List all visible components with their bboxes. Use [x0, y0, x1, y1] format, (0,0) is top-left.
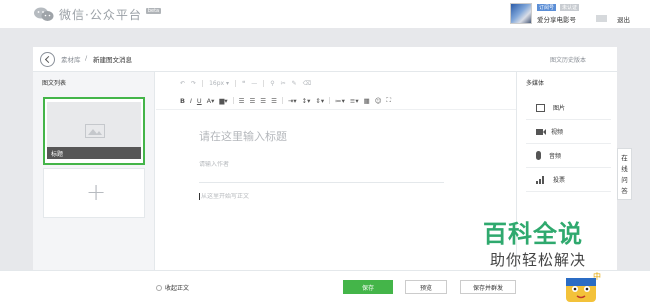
collapse-label: 收起正文 [165, 285, 190, 292]
wechat-bubbles-icon [34, 7, 54, 22]
background-color-icon[interactable]: ▆▾ [219, 97, 227, 105]
align-right-icon[interactable]: ☰ [260, 97, 266, 105]
video-icon [536, 128, 543, 135]
media-item-video[interactable]: 视频 [526, 120, 611, 144]
save-button[interactable]: 保存 [343, 280, 393, 294]
logo[interactable]: 微信·公众平台 beta [34, 6, 162, 23]
align-left-icon[interactable]: ☰ [239, 97, 245, 105]
collapse-body-toggle[interactable]: 收起正文 [156, 283, 189, 292]
media-title: 多媒体 [526, 80, 545, 87]
link-icon[interactable]: ⚲ [270, 80, 274, 87]
breadcrumb: 素材库 / 新建图文消息 图文历史版本 [33, 47, 617, 72]
line-height-icon[interactable]: ↕▾ [302, 97, 311, 105]
media-item-label: 音频 [549, 153, 562, 160]
collapse-icon [156, 284, 162, 291]
save-and-send-button[interactable]: 保存并群发 [460, 280, 516, 294]
divider-icon[interactable]: — [251, 80, 257, 87]
watermark-subtitle: 助你轻松解决 [490, 251, 587, 269]
media-item-label: 投票 [553, 177, 566, 184]
top-bar: 微信·公众平台 beta 订阅号 未认证 爱分享电影号 退出 [0, 0, 650, 28]
toolbar-row-1: ↶ ↷ 16px ▾ ❝ — ⚲ ✂ ✎ ⌫ [180, 80, 311, 87]
toolbar-row-2: B I U A▾ ▆▾ ☰ ☰ ☰ ☰ ⇥▾ ↕▾ ⇕▾ ≔▾ ≡▾ ▦ ☺ ⛶ [180, 96, 391, 105]
avatar[interactable] [510, 3, 532, 24]
unordered-list-icon[interactable]: ≡▾ [350, 97, 359, 105]
title-input[interactable] [199, 130, 399, 143]
media-item-audio[interactable]: 音频 [526, 144, 611, 168]
add-article-button[interactable]: + [43, 168, 145, 218]
paragraph-spacing-icon[interactable]: ⇕▾ [315, 97, 324, 105]
audio-icon [536, 151, 541, 160]
account-type-badge: 订阅号 [537, 4, 557, 11]
platform-title: 微信·公众平台 [59, 8, 142, 22]
format-brush-icon[interactable]: ✎ [292, 80, 297, 87]
font-size-select[interactable]: 16px ▾ [209, 80, 229, 87]
unlink-icon[interactable]: ✂ [281, 80, 286, 87]
back-button[interactable] [40, 52, 55, 67]
message-icon[interactable] [596, 15, 607, 22]
history-versions-link[interactable]: 图文历史版本 [550, 55, 586, 64]
align-center-icon[interactable]: ☰ [249, 97, 255, 105]
media-item-vote[interactable]: 投票 [526, 168, 611, 192]
author-input[interactable] [199, 161, 399, 168]
account-name[interactable]: 爱分享电影号 [537, 14, 576, 24]
article-list-title: 图文列表 [42, 80, 67, 87]
online-help-tab[interactable]: 在 线 问 答 [617, 148, 632, 200]
beta-badge: beta [145, 8, 162, 14]
media-item-image[interactable]: 图片 [526, 96, 611, 120]
logout-link[interactable]: 退出 [617, 14, 630, 24]
table-icon[interactable]: ▦ [364, 97, 370, 105]
image-placeholder-icon [85, 124, 105, 138]
account-area: 订阅号 未认证 爱分享电影号 退出 [510, 3, 650, 25]
verification-badge: 未认证 [560, 4, 580, 11]
emoji-icon[interactable]: ☺ [375, 97, 382, 105]
ordered-list-icon[interactable]: ≔▾ [335, 97, 345, 105]
fullscreen-icon[interactable]: ⛶ [387, 96, 392, 105]
media-item-label: 视频 [551, 129, 564, 136]
online-help-char: 线 [621, 165, 628, 173]
undo-icon[interactable]: ↶ [180, 80, 185, 87]
preview-button[interactable]: 预览 [405, 280, 447, 294]
body-input[interactable] [199, 193, 444, 200]
font-size-value: 16px [209, 80, 225, 87]
divider [199, 182, 444, 183]
plus-icon: + [86, 178, 107, 206]
breadcrumb-current: 新建图文消息 [93, 56, 132, 64]
indent-icon[interactable]: ⇥▾ [288, 97, 297, 105]
bold-icon[interactable]: B [180, 97, 185, 105]
media-item-label: 图片 [553, 105, 566, 112]
content-editor: ↶ ↷ 16px ▾ ❝ — ⚲ ✂ ✎ ⌫ B I U A▾ ▆▾ ☰ ☰ ☰… [156, 72, 516, 302]
svg-text:中: 中 [593, 271, 601, 281]
font-color-icon[interactable]: A▾ [207, 97, 215, 105]
mascot-icon: 中 [566, 271, 601, 302]
underline-icon[interactable]: U [197, 97, 202, 105]
online-help-char: 问 [621, 176, 628, 184]
image-icon [536, 103, 545, 112]
online-help-char: 在 [621, 154, 628, 162]
breadcrumb-library[interactable]: 素材库 [61, 54, 81, 64]
article-card[interactable]: 标题 [43, 97, 145, 165]
article-list: 图文列表 标题 + [33, 72, 155, 302]
vote-icon [536, 175, 545, 184]
article-card-title: 标题 [47, 147, 141, 159]
quote-icon[interactable]: ❝ [242, 80, 245, 87]
action-bar: 收起正文 保存 预览 保存并群发 [0, 270, 650, 302]
breadcrumb-separator: / [85, 54, 88, 62]
watermark-title: 百科全说 [483, 220, 583, 248]
align-justify-icon[interactable]: ☰ [271, 97, 277, 105]
online-help-char: 答 [621, 187, 628, 195]
redo-icon[interactable]: ↷ [191, 80, 196, 87]
clear-format-icon[interactable]: ⌫ [303, 80, 311, 87]
italic-icon[interactable]: I [190, 97, 192, 105]
